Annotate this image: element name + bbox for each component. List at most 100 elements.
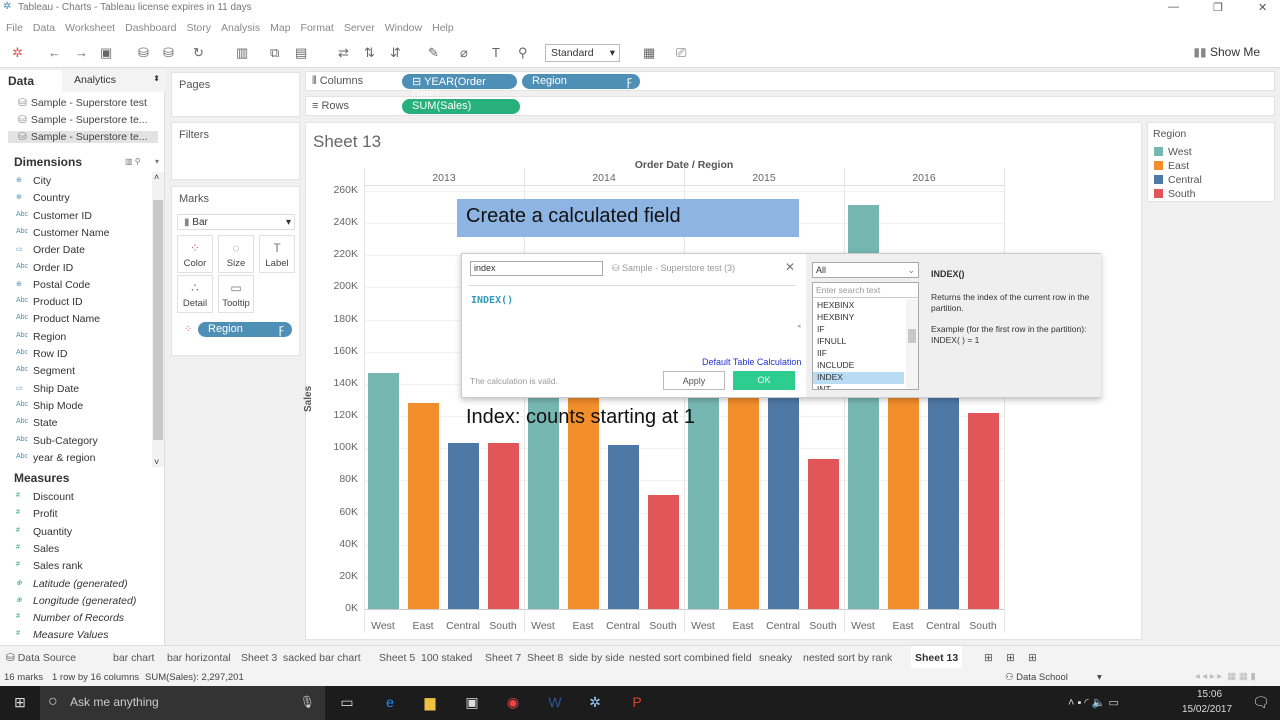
sheet-tab[interactable]: bar horizontal <box>167 652 231 664</box>
close-dialog-icon[interactable]: ✕ <box>785 260 795 274</box>
bar-2013-east[interactable] <box>408 403 439 609</box>
presentation-icon[interactable]: ▦ <box>643 45 655 61</box>
bar-2013-west[interactable] <box>368 372 399 609</box>
bar-2013-south[interactable] <box>488 443 519 609</box>
tooltip-button[interactable]: ▭ Tooltip <box>218 275 254 313</box>
sort-ascending-icon[interactable]: ⇅ <box>364 45 375 61</box>
dimension-city[interactable]: ⊕ City <box>16 175 51 187</box>
bar-2015-central[interactable] <box>768 372 799 609</box>
pages-card[interactable]: Pages <box>171 72 300 117</box>
user-menu[interactable]: ⚇ Data School ▾ <box>1005 672 1102 683</box>
legend-item-west[interactable]: West <box>1154 146 1192 158</box>
view-icon[interactable]: ▥ ⚲ <box>125 157 141 166</box>
function-item-if[interactable]: IF <box>813 324 918 336</box>
size-button[interactable]: ◌ Size <box>218 235 254 273</box>
scrollbar-thumb[interactable] <box>908 329 916 343</box>
menu-map[interactable]: Map <box>270 22 290 34</box>
tab-data[interactable]: Data <box>0 70 62 92</box>
function-item-iif[interactable]: IIF <box>813 348 918 360</box>
menu-dashboard[interactable]: Dashboard <box>125 22 176 34</box>
measure-measure-values[interactable]: # Measure Values <box>16 629 108 641</box>
dimensions-scrollbar[interactable]: ˄ ˅ <box>152 172 164 467</box>
collapse-panel-icon[interactable]: ◂ <box>797 322 801 330</box>
label-button[interactable]: T Label <box>259 235 295 273</box>
menu-story[interactable]: Story <box>186 22 211 34</box>
function-item-include[interactable]: INCLUDE <box>813 360 918 372</box>
dimension-order-date[interactable]: ▭ Order Date <box>16 244 85 256</box>
save-icon[interactable]: ▣ <box>100 45 112 61</box>
dimension-order-id[interactable]: Abc Order ID <box>16 262 73 274</box>
menu-data[interactable]: Data <box>33 22 55 34</box>
sum-sales-pill[interactable]: SUM(Sales) <box>402 99 520 114</box>
sheet-tab[interactable]: Sheet 3 <box>241 652 277 664</box>
powerpoint-icon[interactable]: P <box>627 694 647 712</box>
measure-discount[interactable]: # Discount <box>16 491 74 503</box>
chrome-icon[interactable]: ◉ <box>503 694 523 712</box>
word-icon[interactable]: W <box>545 694 565 712</box>
task-view-icon[interactable]: ▭ <box>337 694 357 712</box>
measure-sales[interactable]: # Sales <box>16 543 59 555</box>
maximize-button[interactable]: ❐ <box>1213 1 1223 14</box>
region-pill[interactable]: Region Ꝼ <box>522 74 640 89</box>
new-datasource-icon[interactable]: ⛁ <box>138 45 149 61</box>
dimension-customer-id[interactable]: Abc Customer ID <box>16 210 92 222</box>
dimensions-menu-icon[interactable]: ▾ <box>155 157 159 166</box>
pause-updates-icon[interactable]: ⛁ <box>163 45 174 61</box>
function-item-hexbinx[interactable]: HEXBINX <box>813 300 918 312</box>
minimize-button[interactable]: — <box>1168 1 1179 13</box>
refresh-icon[interactable]: ↻ <box>193 45 204 61</box>
tableau-taskbar-icon[interactable]: ✲ <box>585 694 605 712</box>
notifications-icon[interactable]: 🗨 <box>1252 694 1270 711</box>
scroll-down-icon[interactable]: ˅ <box>154 457 159 467</box>
dimension-segment[interactable]: Abc Segment <box>16 365 75 377</box>
sheet-tab[interactable]: nested sort by rank <box>803 652 892 664</box>
apply-button[interactable]: Apply <box>663 371 725 390</box>
mark-type-select[interactable]: ▮ Bar ▾ <box>177 214 295 230</box>
store-icon[interactable]: ▣ <box>462 694 482 712</box>
sort-descending-icon[interactable]: ⇵ <box>390 45 401 61</box>
undo-icon[interactable]: ← <box>48 45 61 60</box>
data-source-item[interactable]: ⛁ Sample - Superstore test <box>18 97 147 109</box>
function-item-hexbiny[interactable]: HEXBINY <box>813 312 918 324</box>
duplicate-icon[interactable]: ⧉ <box>270 45 279 61</box>
function-item-int[interactable]: INT <box>813 384 918 389</box>
scroll-up-icon[interactable]: ˄ <box>154 172 159 182</box>
clear-sheet-icon[interactable]: ▤ <box>295 45 307 61</box>
region-color-pill[interactable]: Region Ꝼ <box>198 322 292 337</box>
show-labels-icon[interactable]: T <box>492 45 500 60</box>
function-item-index[interactable]: INDEX <box>813 372 904 384</box>
windows-start-icon[interactable]: ⊞ <box>10 694 30 712</box>
sheet-tab[interactable]: nested sort combined field <box>629 652 752 664</box>
new-sheet-icon[interactable]: ⊞ <box>984 652 993 664</box>
new-story-icon[interactable]: ⊞ <box>1028 652 1037 664</box>
sheet-tab[interactable]: Sheet 13 <box>911 646 963 668</box>
dimension-row-id[interactable]: Abc Row ID <box>16 348 67 360</box>
dimension-product-name[interactable]: Abc Product Name <box>16 313 100 325</box>
year-order-date-pill[interactable]: ⊟ YEAR(Order Date) <box>402 74 517 100</box>
formula-editor[interactable]: INDEX() <box>471 295 791 355</box>
pin-icon[interactable]: ⚲ <box>518 45 528 61</box>
dimension-region[interactable]: Abc Region <box>16 331 66 343</box>
menu-analysis[interactable]: Analysis <box>221 22 260 34</box>
dimension-postal-code[interactable]: ⊕ Postal Code <box>16 279 90 291</box>
menu-file[interactable]: File <box>6 22 23 34</box>
rows-shelf[interactable]: ≡ Rows SUM(Sales) <box>305 96 1275 116</box>
menu-window[interactable]: Window <box>385 22 422 34</box>
sheet-tab[interactable]: bar chart <box>113 652 154 664</box>
measure-latitude-generated-[interactable]: ⊕ Latitude (generated) <box>16 578 128 590</box>
dimension-product-id[interactable]: Abc Product ID <box>16 296 83 308</box>
cortana-search[interactable]: ○ Ask me anything 🎙 <box>40 686 325 720</box>
sheet-tab[interactable]: sneaky <box>759 652 792 664</box>
menu-worksheet[interactable]: Worksheet <box>65 22 115 34</box>
color-button[interactable]: ⁘ Color <box>177 235 213 273</box>
measure-quantity[interactable]: # Quantity <box>16 526 72 538</box>
function-search-input[interactable]: Enter search text <box>813 283 918 298</box>
dimension-state[interactable]: Abc State <box>16 417 58 429</box>
function-category-select[interactable]: All ⌄ <box>812 262 919 278</box>
legend-item-east[interactable]: East <box>1154 160 1189 172</box>
bar-2016-south[interactable] <box>968 412 999 609</box>
swap-icon[interactable]: ⇄ <box>338 45 349 61</box>
bar-2015-south[interactable] <box>808 459 839 609</box>
data-source-item[interactable]: ⛁ Sample - Superstore te... <box>8 131 158 143</box>
sheet-tab[interactable]: 100 staked <box>421 652 472 664</box>
